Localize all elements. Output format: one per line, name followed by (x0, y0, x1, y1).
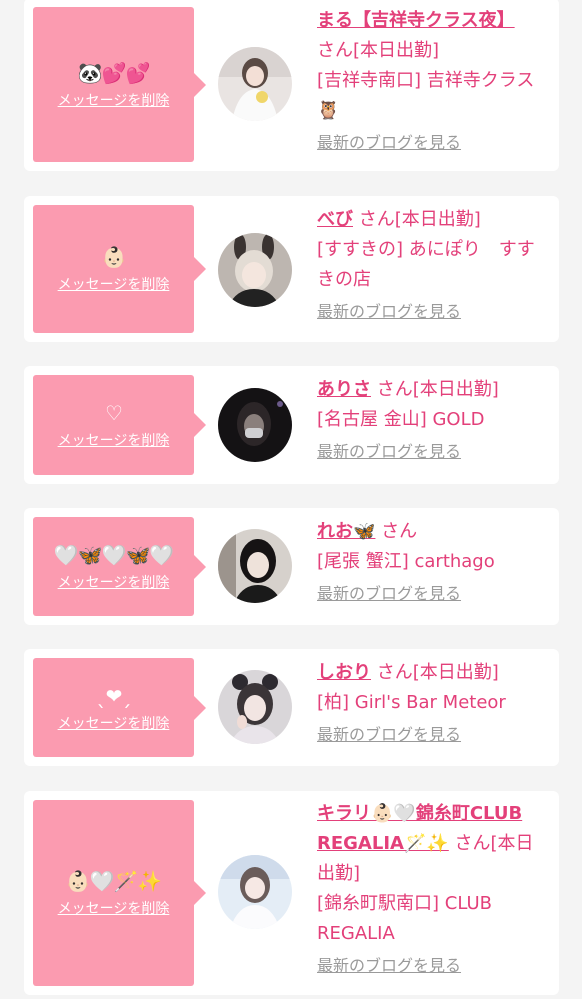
message-card: ˎ❤︎ˏ メッセージを削除 しおり さん[本日出勤] [柏] Girl's Ba… (24, 649, 559, 766)
message-card: 👶🏻🤍🪄✨ メッセージを削除 キラリ👶🏻🤍錦糸町CLUB REGALIA🪄✨ さ… (24, 791, 559, 995)
message-card: 👶🏻 メッセージを削除 べび さん[本日出勤] [すすきの] あにぽり すすきの… (24, 196, 559, 342)
latest-blog-link[interactable]: 最新のブログを見る (317, 953, 551, 979)
message-card: 🐼💕💕 メッセージを削除 まる【吉祥寺クラス夜】 さん[本日出勤] [吉祥寺南口… (24, 0, 559, 171)
sender-suffix: さん (381, 521, 418, 542)
delete-message-link[interactable]: メッセージを削除 (58, 92, 170, 110)
shop-info: [柏] Girl's Bar Meteor (317, 692, 506, 713)
shop-info: [錦糸町駅南口] CLUB REGALIA (317, 893, 492, 944)
sender-suffix: さん[本日出勤] (376, 662, 499, 683)
latest-blog-link[interactable]: 最新のブログを見る (317, 130, 551, 156)
sender-suffix: さん[本日出勤] (358, 209, 481, 230)
avatar[interactable] (218, 47, 292, 121)
sender-name-link[interactable]: まる【吉祥寺クラス夜】 (317, 10, 515, 31)
delete-message-link[interactable]: メッセージを削除 (58, 574, 170, 592)
message-bubble: 🐼💕💕 メッセージを削除 (33, 7, 206, 162)
delete-message-link[interactable]: メッセージを削除 (58, 900, 170, 918)
message-list: 🐼💕💕 メッセージを削除 まる【吉祥寺クラス夜】 さん[本日出勤] [吉祥寺南口… (0, 0, 582, 999)
avatar[interactable] (218, 855, 292, 929)
message-bubble: 👶🏻 メッセージを削除 (33, 205, 206, 333)
message-emoji: 🐼💕💕 (77, 60, 151, 85)
message-emoji: 🤍🦋🤍🦋🤍 (53, 542, 175, 567)
message-emoji: 👶🏻 (101, 245, 127, 269)
message-emoji: ˎ❤︎ˏ (96, 683, 132, 708)
delete-message-link[interactable]: メッセージを削除 (58, 715, 170, 733)
message-info: まる【吉祥寺クラス夜】 さん[本日出勤] [吉祥寺南口] 吉祥寺クラス🦉 最新の… (317, 6, 551, 156)
message-card: ♡ メッセージを削除 ありさ さん[本日出勤] [名古屋 金山] GOLD 最新… (24, 366, 559, 484)
message-emoji: ♡ (105, 401, 123, 425)
message-bubble: 👶🏻🤍🪄✨ メッセージを削除 (33, 800, 206, 986)
message-info: キラリ👶🏻🤍錦糸町CLUB REGALIA🪄✨ さん[本日出勤] [錦糸町駅南口… (317, 799, 551, 979)
avatar[interactable] (218, 670, 292, 744)
message-bubble: ♡ メッセージを削除 (33, 375, 206, 475)
message-bubble: 🤍🦋🤍🦋🤍 メッセージを削除 (33, 517, 206, 616)
shop-info: [吉祥寺南口] 吉祥寺クラス🦉 (317, 70, 535, 121)
girl-selfie-avatar (218, 670, 292, 744)
avatar[interactable] (218, 233, 292, 307)
girl-mask-dark-avatar (218, 388, 292, 462)
latest-blog-link[interactable]: 最新のブログを見る (317, 299, 551, 325)
sender-suffix: さん[本日出勤] (376, 379, 499, 400)
message-info: ありさ さん[本日出勤] [名古屋 金山] GOLD 最新のブログを見る (317, 375, 551, 465)
delete-message-link[interactable]: メッセージを削除 (58, 276, 170, 294)
shop-info: [尾張 蟹江] carthago (317, 551, 495, 572)
latest-blog-link[interactable]: 最新のブログを見る (317, 439, 551, 465)
message-emoji: 👶🏻🤍🪄✨ (65, 869, 163, 893)
sender-name-link[interactable]: れお🦋 (317, 521, 375, 542)
sender-name-link[interactable]: しおり (317, 662, 371, 683)
avatar[interactable] (218, 529, 292, 603)
girl-white-dress-avatar (218, 47, 292, 121)
sender-suffix: さん[本日出勤] (317, 40, 440, 61)
shop-info: [すすきの] あにぽり すすきの店 (317, 239, 535, 290)
sender-name-link[interactable]: ありさ (317, 379, 371, 400)
avatar[interactable] (218, 388, 292, 462)
girl-black-hair-avatar (218, 529, 292, 603)
message-info: れお🦋 さん [尾張 蟹江] carthago 最新のブログを見る (317, 517, 551, 607)
shop-info: [名古屋 金山] GOLD (317, 409, 485, 430)
message-card: 🤍🦋🤍🦋🤍 メッセージを削除 れお🦋 さん [尾張 蟹江] carthago 最… (24, 508, 559, 625)
delete-message-link[interactable]: メッセージを削除 (58, 432, 170, 450)
girl-bunny-ears-avatar (218, 233, 292, 307)
latest-blog-link[interactable]: 最新のブログを見る (317, 722, 551, 748)
girl-white-outfit-avatar (218, 855, 292, 929)
latest-blog-link[interactable]: 最新のブログを見る (317, 581, 551, 607)
message-info: しおり さん[本日出勤] [柏] Girl's Bar Meteor 最新のブロ… (317, 658, 551, 748)
message-info: べび さん[本日出勤] [すすきの] あにぽり すすきの店 最新のブログを見る (317, 205, 551, 325)
message-bubble: ˎ❤︎ˏ メッセージを削除 (33, 658, 206, 757)
sender-name-link[interactable]: べび (317, 209, 353, 230)
